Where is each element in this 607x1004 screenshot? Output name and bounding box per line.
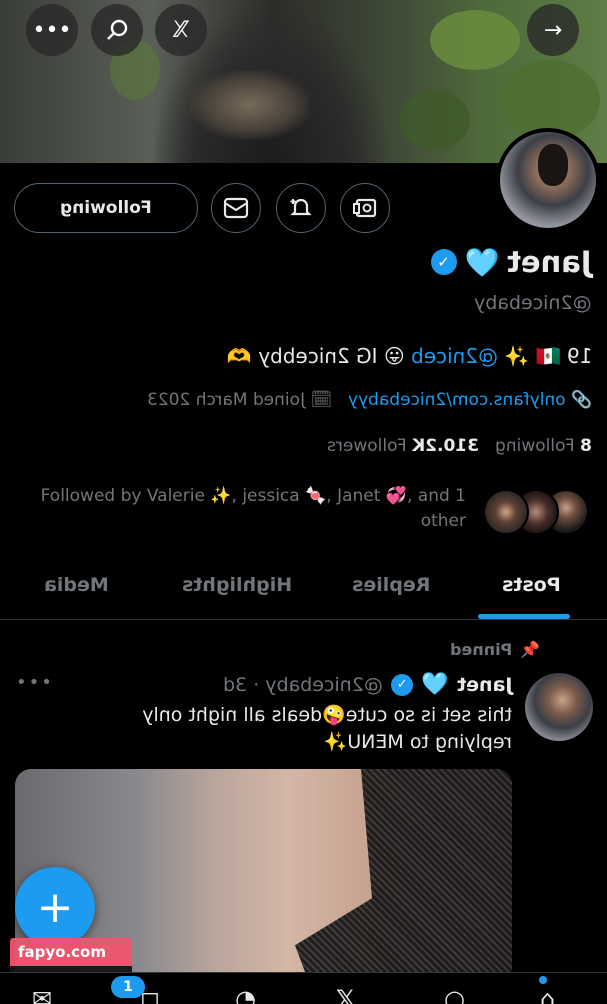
profile-meta: 🗓 Joined March 2023 🔗 onlyfans.com/2nice… bbox=[147, 390, 592, 410]
post-header: @2nicebaby · 3d ✓ 🩵 Janet bbox=[223, 672, 512, 697]
profile-tabs: Posts Replies Highlights Media bbox=[0, 556, 607, 620]
more-icon[interactable]: ••• bbox=[26, 4, 78, 56]
post-text: this set is so cute🤪deals all night only… bbox=[142, 704, 512, 753]
watermark-site: fapyo.com bbox=[10, 938, 132, 966]
tab-highlights[interactable]: Highlights bbox=[182, 574, 292, 596]
profile-name-emoji: 🩵 bbox=[464, 245, 500, 279]
subscribe-icon[interactable] bbox=[340, 183, 390, 233]
verified-badge-icon: ✓ bbox=[430, 249, 457, 275]
profile-name-row: ✓ 🩵 Janet bbox=[430, 245, 592, 279]
profile-counts: 310.2K Followers 8 Following bbox=[327, 436, 592, 456]
mail-icon[interactable]: ✉ bbox=[32, 985, 52, 1004]
followed-by-avatars[interactable] bbox=[481, 489, 589, 535]
search-icon[interactable]: ○ bbox=[444, 985, 465, 1004]
following-button-label: Following bbox=[60, 198, 152, 218]
home-unread-dot bbox=[539, 976, 547, 984]
notification-bell-icon[interactable] bbox=[276, 183, 326, 233]
bio-text-2: 😛 IG 2nicebby 🫶 bbox=[226, 344, 411, 368]
profile-website-link[interactable]: 🔗 onlyfans.com/2nicebabyy bbox=[348, 390, 592, 410]
message-icon[interactable] bbox=[211, 183, 261, 233]
post-verified-icon: ✓ bbox=[391, 673, 414, 696]
bio-text-1: 19 🇲🇽 ✨ bbox=[497, 344, 592, 368]
notification-badge: 1 bbox=[111, 976, 145, 998]
profile-handle: @2nicebaby bbox=[474, 292, 592, 314]
post-handle-time: @2nicebaby · 3d bbox=[223, 673, 384, 696]
tab-posts[interactable]: Posts bbox=[502, 574, 561, 596]
post-author-name[interactable]: Janet bbox=[457, 674, 512, 696]
profile-avatar[interactable] bbox=[496, 128, 600, 232]
search-icon[interactable] bbox=[91, 4, 143, 56]
pinned-label: Pinned 📌 bbox=[449, 640, 540, 659]
compose-post-button[interactable]: + bbox=[15, 867, 95, 947]
followed-by-text[interactable]: Followed by Valerie ✨, jessica 🍬, Janet … bbox=[20, 484, 466, 533]
pin-icon: 📌 bbox=[520, 640, 540, 659]
following-button[interactable]: Following bbox=[14, 183, 198, 233]
home-icon[interactable]: ⌂ bbox=[540, 985, 555, 1004]
x-logo-icon[interactable]: 𝕏 bbox=[155, 4, 207, 56]
profile-name: Janet bbox=[507, 245, 592, 279]
x-logo-icon[interactable]: 𝕏 bbox=[336, 985, 355, 1004]
following-count-link[interactable]: 8 Following bbox=[495, 436, 592, 456]
bio-mention-link[interactable]: @2niceb bbox=[411, 344, 498, 368]
followers-count-link[interactable]: 310.2K Followers bbox=[327, 436, 479, 456]
post-author-emoji: 🩵 bbox=[421, 672, 449, 697]
post-more-icon[interactable]: ••• bbox=[16, 672, 54, 693]
active-tab-indicator bbox=[478, 614, 570, 619]
share-arrow-icon[interactable]: → bbox=[527, 4, 579, 56]
communities-icon[interactable]: ◔ bbox=[235, 985, 256, 1004]
profile-bio: 19 🇲🇽 ✨ @2niceb 😛 IG 2nicebby 🫶 bbox=[227, 344, 592, 368]
bottom-navigation: ✉ ◻ ◔ 𝕏 ○ ⌂ bbox=[0, 972, 607, 1004]
joined-date: 🗓 Joined March 2023 bbox=[146, 390, 332, 410]
tab-replies[interactable]: Replies bbox=[352, 574, 430, 596]
post-avatar[interactable] bbox=[525, 673, 593, 741]
tab-media[interactable]: Media bbox=[44, 574, 109, 596]
